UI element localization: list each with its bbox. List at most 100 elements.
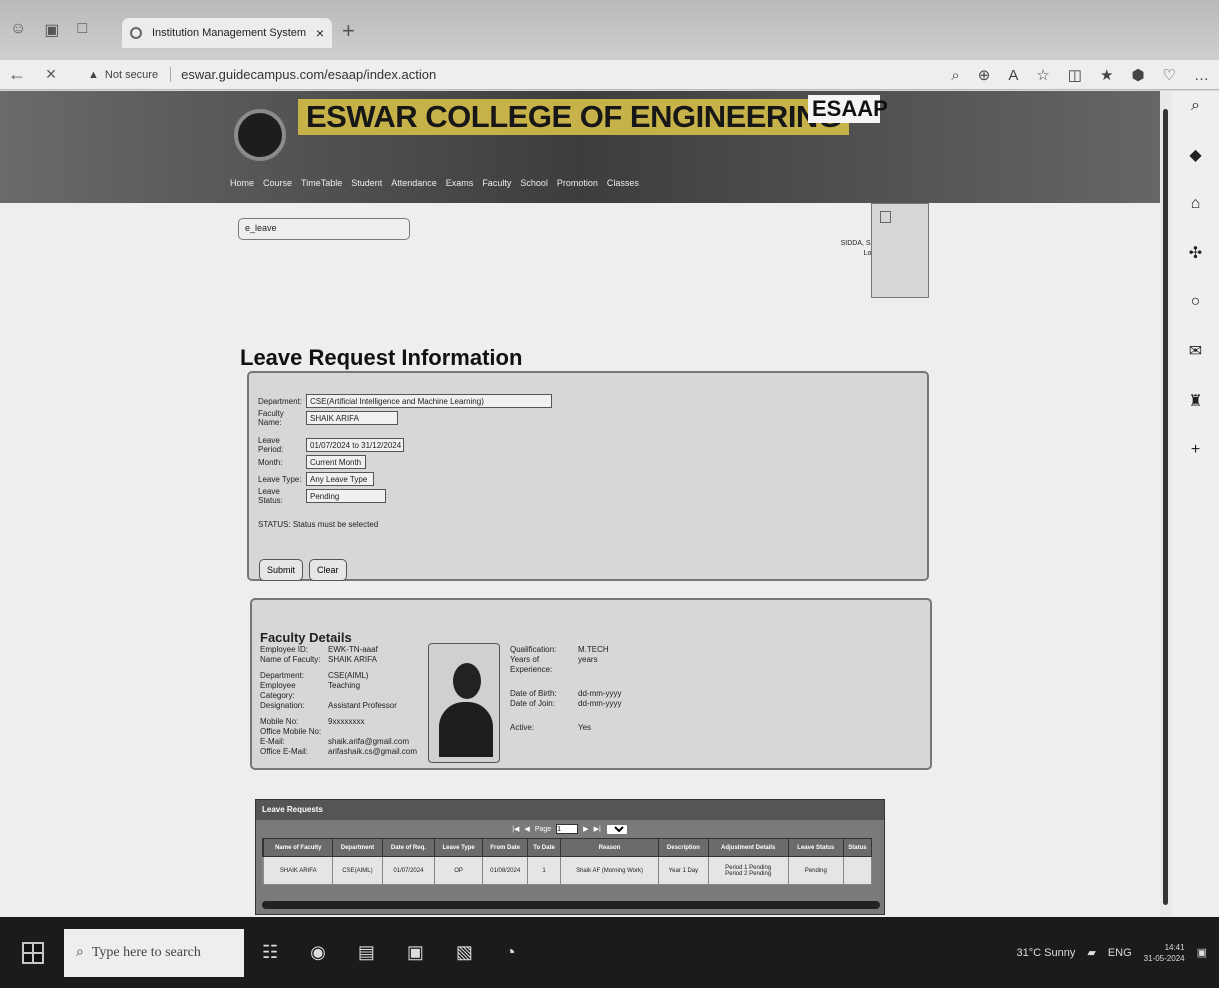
submit-button[interactable]: Submit (259, 559, 304, 581)
faculty-details-panel: Faculty Details Employee ID: EWK-TN-aaaf … (250, 598, 932, 770)
page-scrollbar[interactable] (1160, 91, 1172, 917)
designation-label: Designation: (260, 701, 305, 710)
language-label[interactable]: ENG (1108, 947, 1132, 959)
page-number-input[interactable] (556, 824, 579, 834)
table-header-description[interactable]: Description (658, 838, 709, 857)
table-header-faculty[interactable]: Name of Faculty (263, 838, 334, 857)
leave-requests-table: Name of Faculty Department Date of Req. … (261, 838, 873, 885)
zoom-icon[interactable]: ⊕ (978, 66, 991, 84)
shopping-icon[interactable]: ⌂ (1191, 195, 1201, 213)
menu-timetable[interactable]: TimeTable (301, 178, 342, 188)
menu-faculty[interactable]: Faculty (482, 178, 511, 188)
leave-type-select[interactable]: Any Leave Type (306, 472, 374, 486)
tab-close-button[interactable]: × (316, 25, 324, 41)
faculty-select[interactable]: SHAIK ARIFA (306, 411, 398, 425)
grid-pager: |◀ ◀ Page ▶ ▶| (256, 820, 884, 838)
office-app-icon[interactable]: ▧ (456, 942, 473, 963)
employee-category-label: Employee Category: (260, 681, 296, 700)
file-explorer-icon[interactable]: ▤ (358, 942, 375, 963)
task-view-icon[interactable]: ☷ (262, 942, 278, 963)
games-icon[interactable]: ♜ (1188, 391, 1202, 411)
designation-value: Assistant Professor (328, 701, 397, 710)
table-header-leave-status[interactable]: Leave Status (787, 838, 844, 857)
security-indicator[interactable]: ▲ Not secure (88, 69, 158, 81)
period-select[interactable]: 01/07/2024 to 31/12/2024 (306, 438, 404, 452)
table-header-to-date[interactable]: To Date (527, 838, 561, 857)
windows-start-icon[interactable] (22, 941, 44, 964)
table-header-adjustment[interactable]: Adjustment Details (707, 838, 789, 857)
faculty-photo (428, 643, 500, 763)
performance-icon[interactable]: ♡ (1163, 66, 1176, 84)
tools-icon[interactable]: ✣ (1189, 243, 1202, 263)
extensions-icon[interactable]: ⬢ (1131, 66, 1144, 84)
warning-icon: ▲ (88, 68, 99, 81)
department-select[interactable]: CSE(Artificial Intelligence and Machine … (306, 394, 552, 408)
edge-icon[interactable]: ◉ (310, 942, 326, 963)
active-value: Yes (578, 723, 592, 732)
leave-request-form: Department: CSE(Artificial Intelligence … (247, 371, 929, 581)
favorite-icon[interactable]: ☆ (1036, 66, 1049, 84)
collections-icon[interactable]: ▣ (44, 20, 59, 40)
office-email-value: arifashaik.cs@gmail.com (328, 747, 418, 756)
table-header-leave-type[interactable]: Leave Type (434, 838, 484, 857)
last-page-icon[interactable]: ▶| (594, 825, 601, 833)
form-actions: Submit Clear (259, 559, 347, 581)
table-header-department[interactable]: Department (332, 838, 383, 857)
search-sidebar-icon[interactable]: ⌕ (1191, 97, 1200, 115)
menu-course[interactable]: Course (263, 178, 292, 188)
grid-horizontal-scrollbar[interactable] (262, 901, 880, 909)
table-header-status[interactable]: Status (842, 838, 873, 857)
page-size-select[interactable] (605, 823, 628, 835)
menu-school[interactable]: School (520, 178, 548, 188)
table-header-reason[interactable]: Reason (559, 838, 660, 857)
menu-promotion[interactable]: Promotion (557, 178, 598, 188)
notifications-icon[interactable]: ▣ (1197, 946, 1207, 959)
chrome-icon[interactable]: ◔ (505, 942, 516, 963)
clear-button[interactable]: Clear (309, 559, 347, 581)
page-title: Leave Request Information (240, 345, 523, 370)
split-screen-icon[interactable]: ◫ (1068, 66, 1082, 84)
weather-text[interactable]: 31°C Sunny (1017, 947, 1076, 959)
qualification-value: M.TECH (578, 645, 609, 654)
more-icon[interactable]: … (1194, 67, 1209, 84)
menu-attendance[interactable]: Attendance (391, 178, 437, 188)
period-label: Leave Period: (258, 436, 284, 454)
stop-loading-button[interactable]: × (34, 64, 68, 85)
copilot-icon[interactable]: ◆ (1189, 145, 1201, 165)
store-icon[interactable]: ▣ (407, 942, 424, 963)
taskbar-search-input[interactable]: ⌕ Type here to search (64, 928, 244, 977)
menu-classes[interactable]: Classes (607, 178, 639, 188)
first-page-icon[interactable]: |◀ (512, 825, 519, 833)
menu-student[interactable]: Student (351, 178, 382, 188)
browser-toolbar: ⌕ ⊕ A ☆ ◫ ★ ⬢ ♡ … (951, 60, 1209, 90)
date-of-birth-value: dd-mm-yyyy (578, 689, 622, 698)
page-scroll-thumb[interactable] (1163, 109, 1168, 905)
add-sidebar-app-icon[interactable]: + (1191, 441, 1200, 459)
read-aloud-icon[interactable]: A (1008, 67, 1018, 84)
network-icon[interactable]: ▰ (1087, 946, 1095, 959)
next-page-icon[interactable]: ▶ (583, 825, 588, 833)
module-select[interactable]: e_leave (238, 218, 410, 240)
menu-home[interactable]: Home (230, 178, 254, 188)
menu-exams[interactable]: Exams (446, 178, 474, 188)
esaap-logo: ESAAP (808, 95, 888, 123)
month-select[interactable]: Current Month (306, 455, 366, 469)
office-mobile-label: Office Mobile No: (260, 727, 322, 736)
url-field[interactable]: eswar.guidecampus.com/esaap/index.action (170, 67, 436, 82)
tab-actions-icon[interactable]: □ (77, 20, 87, 40)
search-icon[interactable]: ⌕ (951, 67, 959, 84)
leave-status-select[interactable]: Pending (306, 489, 386, 503)
clock[interactable]: 14:41 31-05-2024 (1144, 942, 1185, 964)
back-button[interactable]: ← (0, 64, 34, 85)
office-icon[interactable]: ○ (1191, 293, 1201, 311)
table-header-request-date[interactable]: Date of Req. (381, 838, 436, 857)
browser-tab[interactable]: Institution Management System × (122, 18, 332, 48)
favorites-icon[interactable]: ★ (1100, 66, 1113, 84)
department-cell: CSE(AIML) (332, 856, 383, 885)
outlook-icon[interactable]: ✉ (1189, 341, 1202, 361)
table-header-from-date[interactable]: From Date (482, 838, 529, 857)
previous-page-icon[interactable]: ◀ (524, 825, 529, 833)
table-row[interactable]: SHAIK ARIFA CSE(AIML) 01/07/2024 OP 01/0… (261, 856, 873, 885)
new-tab-button[interactable]: + (342, 18, 355, 44)
profile-icon[interactable]: ☺ (10, 20, 26, 40)
